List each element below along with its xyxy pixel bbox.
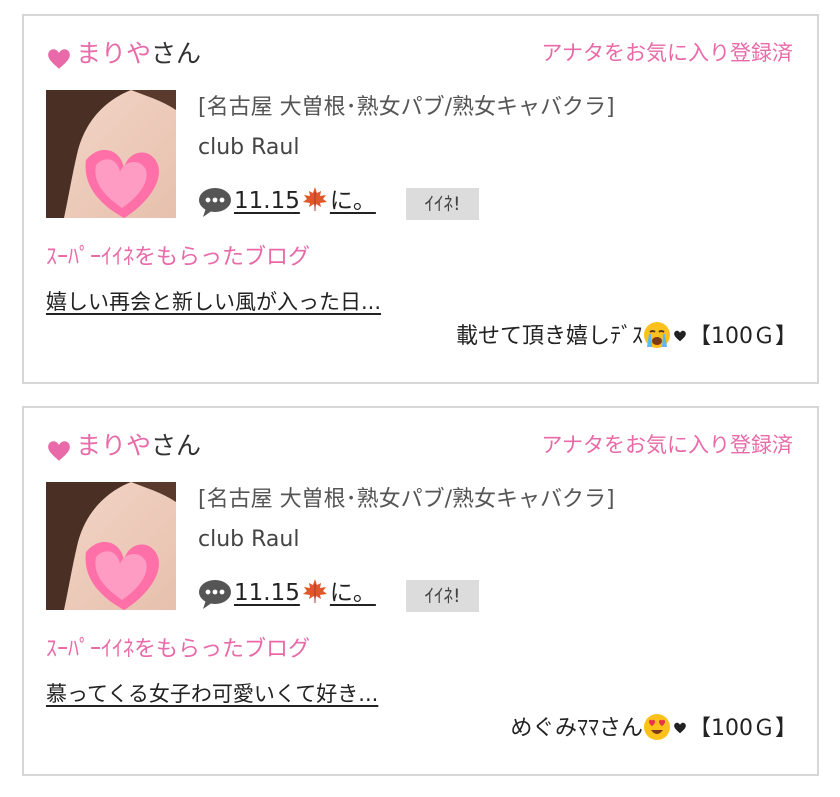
- shop-category: [名古屋 大曽根･熟女パブ/熟女キャバクラ]: [198, 95, 615, 120]
- points: 【100Ｇ】: [689, 716, 797, 741]
- user-name-link[interactable]: まりや: [76, 431, 151, 460]
- user-name-link[interactable]: まりや: [76, 39, 151, 68]
- heart-eyes-face-icon: [643, 713, 671, 741]
- avatar[interactable]: [46, 90, 176, 218]
- iine-button[interactable]: ｲｲﾈ!: [406, 580, 479, 612]
- comment: 載せて頂き嬉しﾃﾞｽ 【100Ｇ】: [456, 320, 797, 354]
- comment-text: めぐみﾏﾏさん: [510, 716, 643, 741]
- shop-name: club Raul: [198, 527, 300, 552]
- heart-icon: [673, 721, 687, 735]
- user-name[interactable]: まりやさん: [76, 38, 201, 70]
- maple-leaf-icon: [302, 578, 328, 604]
- heart-icon: [46, 438, 72, 464]
- maple-leaf-icon: [302, 186, 328, 212]
- avatar[interactable]: [46, 482, 176, 610]
- crying-face-icon: [643, 321, 671, 349]
- section-label: ｽｰﾊﾟｰｲｲﾈをもらったブログ: [46, 245, 311, 270]
- heart-icon: [46, 46, 72, 72]
- speech-bubble-icon: [198, 578, 232, 610]
- post-row: 11.15 に。 ｲｲﾈ!: [198, 576, 598, 612]
- user-suffix: さん: [151, 39, 202, 68]
- post-title-suffix: に。: [329, 580, 376, 606]
- post-row: 11.15 に。 ｲｲﾈ!: [198, 184, 598, 220]
- section-label: ｽｰﾊﾟｰｲｲﾈをもらったブログ: [46, 637, 311, 662]
- comment-text: 載せて頂き嬉しﾃﾞｽ: [455, 324, 643, 349]
- blog-title-link[interactable]: 嬉しい再会と新しい風が入った日...: [46, 286, 381, 318]
- user-suffix: さん: [151, 431, 202, 460]
- heart-icon: [673, 329, 687, 343]
- post-title-text: 11.15: [234, 188, 300, 214]
- blog-title-link[interactable]: 慕ってくる女子わ可愛いくて好き...: [46, 678, 378, 710]
- post-title-text: 11.15: [234, 580, 300, 606]
- favorite-status: アナタをお気に入り登録済: [541, 433, 793, 457]
- post-title-suffix: に。: [329, 188, 376, 214]
- notification-card: まりやさん アナタをお気に入り登録済 [名古屋 大曽根･熟女パブ/熟女キャバクラ…: [22, 14, 819, 384]
- points: 【100Ｇ】: [689, 324, 797, 349]
- shop-category: [名古屋 大曽根･熟女パブ/熟女キャバクラ]: [198, 487, 615, 512]
- comment: めぐみﾏﾏさん 【100Ｇ】: [510, 712, 797, 746]
- favorite-status: アナタをお気に入り登録済: [541, 41, 793, 65]
- shop-name: club Raul: [198, 135, 300, 160]
- user-name[interactable]: まりやさん: [76, 430, 201, 462]
- notification-card: まりやさん アナタをお気に入り登録済 [名古屋 大曽根･熟女パブ/熟女キャバクラ…: [22, 406, 819, 776]
- iine-button[interactable]: ｲｲﾈ!: [406, 188, 479, 220]
- speech-bubble-icon: [198, 186, 232, 218]
- post-title-link[interactable]: 11.15 に。: [234, 576, 376, 610]
- post-title-link[interactable]: 11.15 に。: [234, 184, 376, 218]
